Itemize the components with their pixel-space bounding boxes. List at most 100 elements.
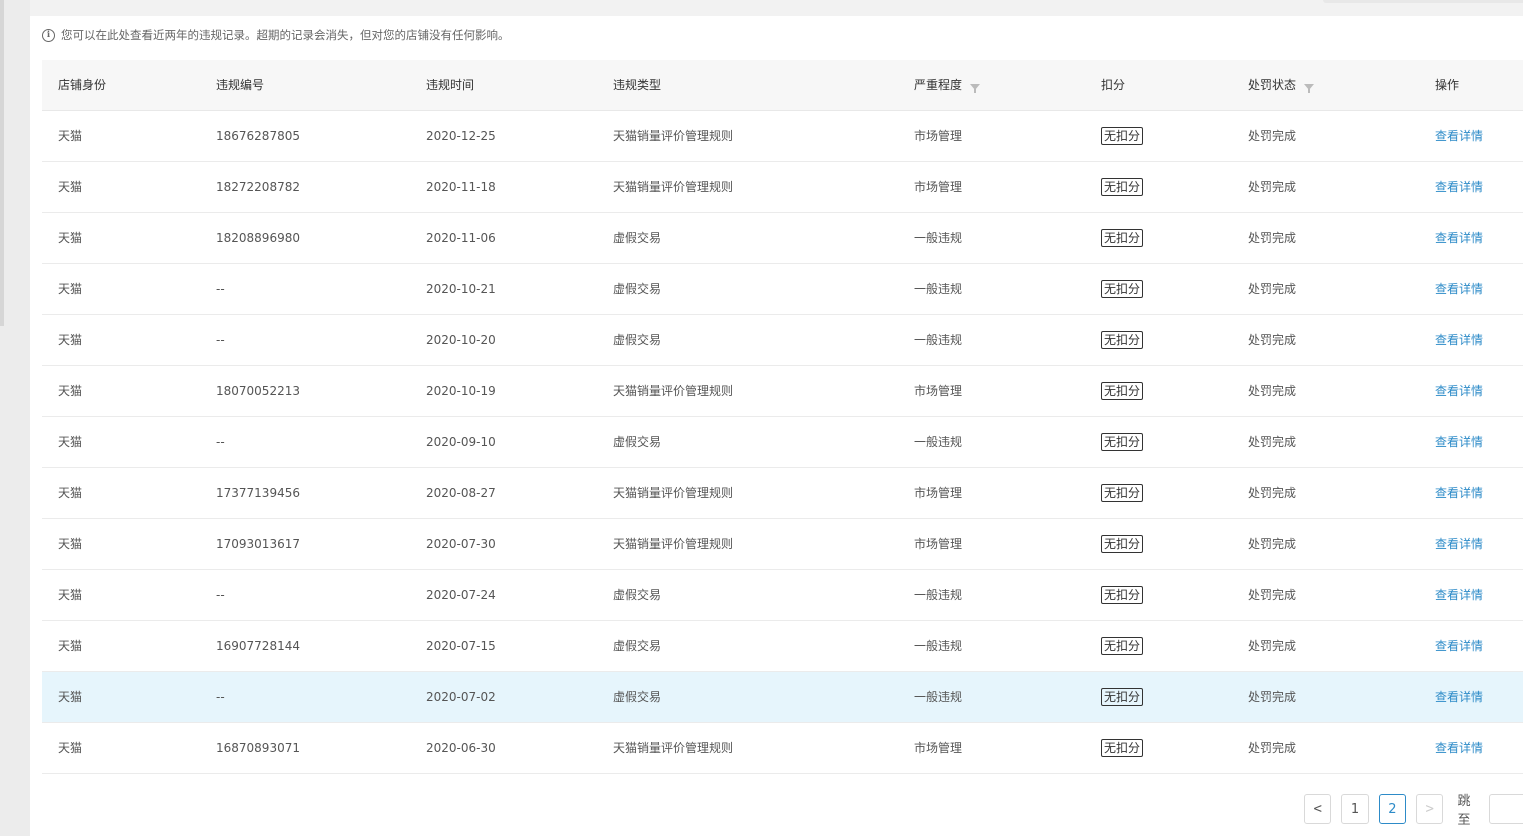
view-details-link[interactable]: 查看详情 — [1435, 180, 1483, 194]
cell-violation-id: 18272208782 — [216, 179, 300, 194]
view-details-link-cell: 查看详情 — [1419, 416, 1523, 468]
cell-violation-id-cell: 16907728144 — [200, 620, 410, 672]
cell-shop-identity: 天猫 — [58, 486, 83, 500]
cell-severity-cell: 一般违规 — [898, 620, 1085, 672]
cell-status: 处罚完成 — [1248, 741, 1297, 755]
cell-violation-id: 16870893071 — [216, 740, 300, 755]
cell-violation-type: 天猫销量评价管理规则 — [613, 741, 734, 755]
column-header-status: 处罚状态 — [1232, 60, 1419, 111]
jump-input[interactable] — [1489, 794, 1523, 824]
cell-severity: 市场管理 — [914, 180, 963, 194]
cell-severity-cell: 一般违规 — [898, 416, 1085, 468]
scrollbar-thumb[interactable] — [0, 0, 4, 326]
cell-violation-id: -- — [216, 587, 225, 602]
view-details-link-cell: 查看详情 — [1419, 263, 1523, 315]
cell-violation-id-cell: -- — [200, 314, 410, 366]
cell-violation-type-cell: 天猫销量评价管理规则 — [597, 722, 898, 774]
chevron-left-icon[interactable]: < — [1304, 794, 1332, 824]
cell-severity: 市场管理 — [914, 486, 963, 500]
view-details-link-cell: 查看详情 — [1419, 620, 1523, 672]
view-details-link[interactable]: 查看详情 — [1435, 282, 1483, 296]
chevron-right-icon[interactable]: > — [1416, 794, 1444, 824]
cell-violation-id: 18070052213 — [216, 383, 300, 398]
cell-deduction-cell: 无扣分 — [1085, 365, 1232, 417]
cell-status: 处罚完成 — [1248, 231, 1297, 245]
cell-severity: 一般违规 — [914, 231, 963, 245]
view-details-link[interactable]: 查看详情 — [1435, 690, 1483, 704]
cell-shop-identity: 天猫 — [58, 384, 83, 398]
view-details-link[interactable]: 查看详情 — [1435, 537, 1483, 551]
view-details-link[interactable]: 查看详情 — [1435, 129, 1483, 143]
cell-severity-cell: 市场管理 — [898, 722, 1085, 774]
cell-deduction-cell: 无扣分 — [1085, 416, 1232, 468]
cell-violation-time: 2020-09-10 — [426, 434, 496, 449]
table-row: 天猫 -- 2020-10-21 虚假交易 一般违规 无扣分 处罚完成 查看详情 — [42, 263, 1523, 315]
cell-severity: 市场管理 — [914, 741, 963, 755]
cell-violation-time: 2020-08-27 — [426, 485, 496, 500]
table-row: 天猫 18208896980 2020-11-06 虚假交易 一般违规 无扣分 处罚完成 查看… — [42, 212, 1523, 264]
cell-severity: 市场管理 — [914, 537, 963, 551]
cell-violation-time: 2020-10-20 — [426, 332, 496, 347]
cell-status-cell: 处罚完成 — [1232, 365, 1419, 417]
cell-violation-time-cell: 2020-10-21 — [410, 263, 597, 315]
view-details-link[interactable]: 查看详情 — [1435, 435, 1483, 449]
cell-shop-identity-cell: 天猫 — [42, 161, 200, 213]
view-details-link[interactable]: 查看详情 — [1435, 741, 1483, 755]
cell-violation-time-cell: 2020-11-18 — [410, 161, 597, 213]
cell-deduction-cell: 无扣分 — [1085, 620, 1232, 672]
notice-text: 您可以在此处查看近两年的违规记录。超期的记录会消失，但对您的店铺没有任何影响。 — [61, 28, 510, 42]
cell-status-cell: 处罚完成 — [1232, 467, 1419, 519]
cell-status-cell: 处罚完成 — [1232, 722, 1419, 774]
cell-shop-identity-cell: 天猫 — [42, 416, 200, 468]
cell-status: 处罚完成 — [1248, 639, 1297, 653]
cell-violation-time-cell: 2020-07-30 — [410, 518, 597, 570]
cell-severity-cell: 一般违规 — [898, 671, 1085, 723]
cell-shop-identity-cell: 天猫 — [42, 263, 200, 315]
page-button-2[interactable]: 2 — [1378, 794, 1407, 824]
view-details-link[interactable]: 查看详情 — [1435, 333, 1483, 347]
cell-violation-id: -- — [216, 332, 225, 347]
cell-violation-id-cell: -- — [200, 671, 410, 723]
cell-shop-identity-cell: 天猫 — [42, 467, 200, 519]
view-details-link-cell: 查看详情 — [1419, 365, 1523, 417]
cell-violation-type: 虚假交易 — [613, 333, 662, 347]
cell-status-cell: 处罚完成 — [1232, 569, 1419, 621]
cell-severity: 一般违规 — [914, 282, 963, 296]
left-gutter — [0, 0, 30, 836]
top-strip — [30, 0, 1523, 17]
filter-icon[interactable] — [970, 83, 981, 93]
cell-severity-cell: 一般违规 — [898, 314, 1085, 366]
page-button-1[interactable]: 1 — [1341, 794, 1369, 824]
cell-violation-time: 2020-07-30 — [426, 536, 496, 551]
cell-violation-type: 天猫销量评价管理规则 — [613, 129, 734, 143]
view-details-link-cell: 查看详情 — [1419, 110, 1523, 162]
cell-violation-time-cell: 2020-12-25 — [410, 110, 597, 162]
cell-violation-type-cell: 虚假交易 — [597, 620, 898, 672]
cell-status-cell: 处罚完成 — [1232, 110, 1419, 162]
cell-violation-type: 虚假交易 — [613, 639, 662, 653]
cell-violation-time: 2020-07-24 — [426, 587, 496, 602]
cell-severity-cell: 一般违规 — [898, 263, 1085, 315]
table-row: 天猫 -- 2020-07-24 虚假交易 一般违规 无扣分 处罚完成 查看详情 — [42, 569, 1523, 621]
view-details-link[interactable]: 查看详情 — [1435, 384, 1483, 398]
filter-icon[interactable] — [1304, 83, 1315, 93]
cell-deduction-cell: 无扣分 — [1085, 569, 1232, 621]
view-details-link[interactable]: 查看详情 — [1435, 231, 1483, 245]
cell-shop-identity-cell: 天猫 — [42, 365, 200, 417]
cell-violation-time-cell: 2020-07-02 — [410, 671, 597, 723]
cell-violation-id-cell: 16870893071 — [200, 722, 410, 774]
column-header-shop-identity: 店铺身份 — [42, 60, 200, 111]
view-details-link[interactable]: 查看详情 — [1435, 588, 1483, 602]
cell-severity-cell: 市场管理 — [898, 518, 1085, 570]
cell-violation-id-cell: -- — [200, 416, 410, 468]
view-details-link[interactable]: 查看详情 — [1435, 486, 1483, 500]
cell-shop-identity: 天猫 — [58, 129, 83, 143]
view-details-link[interactable]: 查看详情 — [1435, 639, 1483, 653]
column-header-deduction: 扣分 — [1085, 60, 1232, 111]
cell-violation-type-cell: 天猫销量评价管理规则 — [597, 110, 898, 162]
violation-table: 店铺身份 违规编号 违规时间 违规类型 严重程度 扣分 处罚状态 操作 天猫 18… — [42, 60, 1523, 774]
cell-deduction-cell: 无扣分 — [1085, 161, 1232, 213]
column-header-severity: 严重程度 — [898, 60, 1085, 111]
cell-status: 处罚完成 — [1248, 690, 1297, 704]
cell-violation-id-cell: 18208896980 — [200, 212, 410, 264]
